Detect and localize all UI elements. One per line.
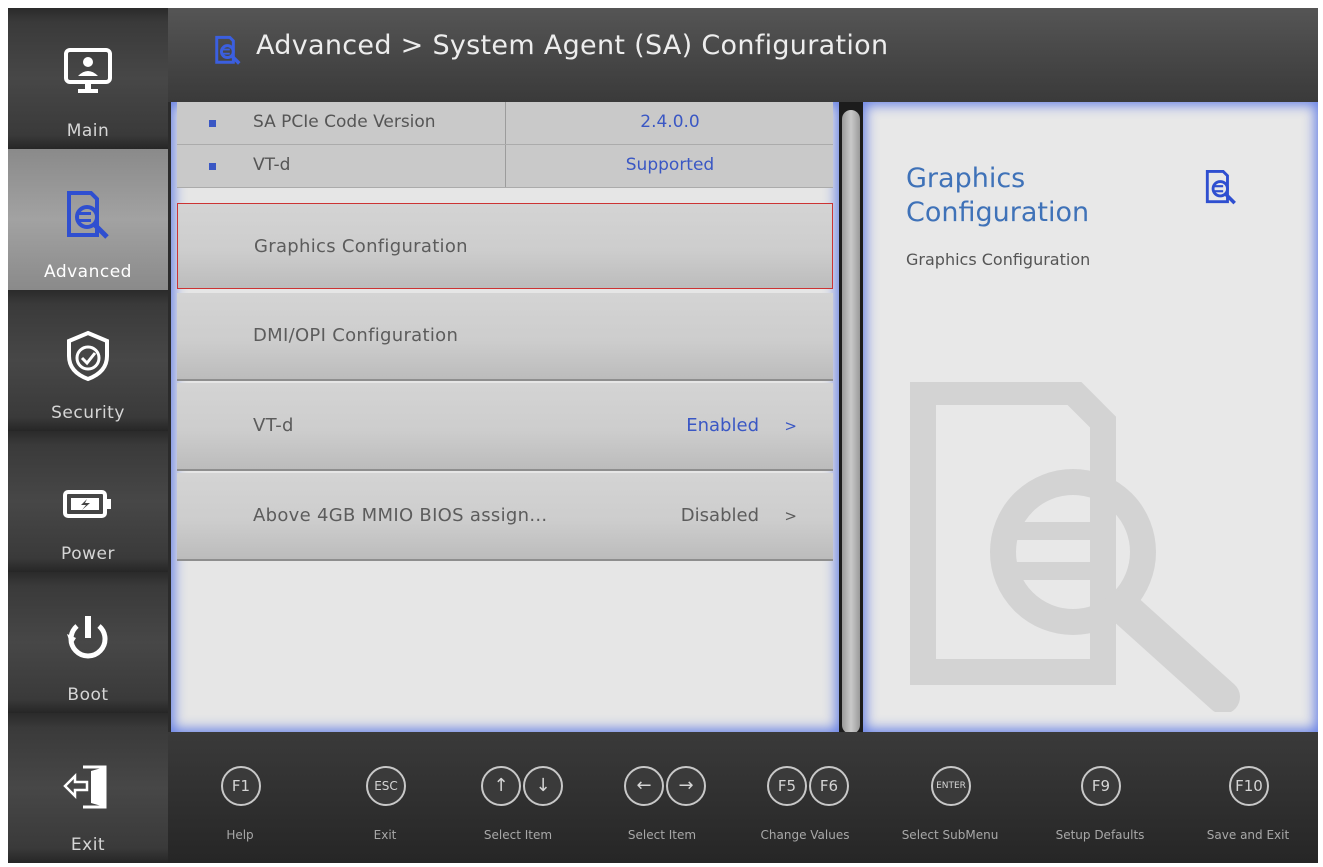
menu-item-graphics-configuration[interactable]: Graphics Configuration bbox=[177, 203, 833, 289]
key-label: Save and Exit bbox=[1206, 828, 1290, 842]
arrow-right-icon[interactable]: → bbox=[666, 766, 706, 806]
column-divider bbox=[505, 102, 506, 144]
settings-panel: SA PCIe Code Version 2.4.0.0 VT-d Suppor… bbox=[171, 102, 839, 732]
sidebar-item-power[interactable]: Power bbox=[8, 431, 168, 572]
key-label: Select SubMenu bbox=[901, 828, 999, 842]
key-up-down[interactable]: ↑ ↓ bbox=[480, 766, 564, 806]
document-search-icon bbox=[213, 35, 243, 71]
battery-icon bbox=[62, 489, 114, 523]
header-bar: Advanced > System Agent (SA) Configurati… bbox=[168, 8, 1318, 102]
document-search-icon bbox=[63, 189, 113, 247]
f9-key[interactable]: F9 bbox=[1081, 766, 1121, 806]
monitor-user-icon bbox=[62, 48, 114, 100]
page-title: Advanced > System Agent (SA) Configurati… bbox=[256, 30, 889, 61]
arrow-up-icon[interactable]: ↑ bbox=[481, 766, 521, 806]
exit-door-icon bbox=[61, 761, 115, 815]
arrow-down-icon[interactable]: ↓ bbox=[523, 766, 563, 806]
sidebar-item-label: Security bbox=[51, 403, 125, 423]
document-search-icon bbox=[903, 379, 1263, 716]
enter-key[interactable]: ENTER bbox=[931, 766, 971, 806]
key-f10[interactable]: F10 bbox=[1228, 766, 1270, 806]
menu-item-label: Graphics Configuration bbox=[254, 236, 468, 257]
sidebar-item-label: Boot bbox=[67, 685, 109, 705]
sidebar: Main Advanced Security Power Boot Exit bbox=[8, 8, 168, 863]
menu-item-label: Above 4GB MMIO BIOS assign... bbox=[253, 505, 548, 526]
menu-item-vt-d[interactable]: VT-d Enabled > bbox=[177, 383, 833, 471]
info-value: 2.4.0.0 bbox=[640, 112, 700, 132]
chevron-right-icon: > bbox=[784, 417, 797, 435]
key-label: Exit bbox=[373, 828, 397, 842]
footer-keybar: F1 Help ESC Exit ↑ ↓ Select Item ← → Selec… bbox=[168, 732, 1318, 863]
info-row: SA PCIe Code Version 2.4.0.0 bbox=[177, 102, 833, 145]
menu-item-label: DMI/OPI Configuration bbox=[253, 325, 459, 346]
key-label: Select Item bbox=[627, 828, 697, 842]
info-row: VT-d Supported bbox=[177, 145, 833, 188]
info-label: SA PCIe Code Version bbox=[253, 112, 436, 132]
scrollbar-thumb[interactable] bbox=[842, 110, 860, 734]
sidebar-item-label: Advanced bbox=[44, 262, 132, 282]
column-divider bbox=[505, 145, 506, 187]
menu-item-value: Enabled bbox=[686, 415, 759, 436]
bullet-icon bbox=[209, 120, 216, 127]
key-label: Change Values bbox=[760, 828, 850, 842]
shield-check-icon bbox=[64, 330, 112, 386]
help-title: Graphics Configuration bbox=[906, 163, 1090, 228]
key-f1[interactable]: F1 bbox=[220, 766, 262, 806]
f6-key[interactable]: F6 bbox=[809, 766, 849, 806]
document-search-icon bbox=[1203, 168, 1239, 212]
power-icon bbox=[62, 612, 114, 668]
bios-window: Main Advanced Security Power Boot Exit A… bbox=[8, 8, 1318, 863]
key-f5-f6[interactable]: F5 F6 bbox=[766, 766, 850, 806]
sidebar-item-boot[interactable]: Boot bbox=[8, 572, 168, 713]
key-enter[interactable]: ENTER bbox=[930, 766, 972, 806]
menu-item-dmi-opi-configuration[interactable]: DMI/OPI Configuration bbox=[177, 293, 833, 381]
sidebar-item-exit[interactable]: Exit bbox=[8, 713, 168, 863]
sidebar-item-label: Main bbox=[66, 121, 110, 141]
key-label: Select Item bbox=[483, 828, 553, 842]
key-left-right[interactable]: ← → bbox=[623, 766, 707, 806]
menu-item-above-4gb-mmio[interactable]: Above 4GB MMIO BIOS assign... Disabled > bbox=[177, 473, 833, 561]
info-label: VT-d bbox=[253, 155, 291, 175]
help-panel: Graphics Configuration Graphics Configur… bbox=[863, 102, 1318, 732]
menu-item-label: VT-d bbox=[253, 415, 294, 436]
chevron-right-icon: > bbox=[784, 507, 797, 525]
key-f9[interactable]: F9 bbox=[1080, 766, 1122, 806]
info-value: Supported bbox=[625, 155, 715, 175]
sidebar-item-advanced[interactable]: Advanced bbox=[8, 149, 168, 290]
arrow-left-icon[interactable]: ← bbox=[624, 766, 664, 806]
f1-key[interactable]: F1 bbox=[221, 766, 261, 806]
f10-key[interactable]: F10 bbox=[1229, 766, 1269, 806]
help-description: Graphics Configuration bbox=[906, 250, 1091, 269]
key-esc[interactable]: ESC bbox=[365, 766, 407, 806]
sidebar-item-main[interactable]: Main bbox=[8, 8, 168, 149]
bullet-icon bbox=[209, 163, 216, 170]
key-label: Setup Defaults bbox=[1055, 828, 1145, 842]
sidebar-item-label: Exit bbox=[70, 835, 106, 855]
sidebar-item-label: Power bbox=[61, 544, 115, 564]
menu-item-value: Disabled bbox=[680, 505, 759, 526]
f5-key[interactable]: F5 bbox=[767, 766, 807, 806]
sidebar-item-security[interactable]: Security bbox=[8, 290, 168, 431]
key-label: Help bbox=[226, 828, 254, 842]
esc-key[interactable]: ESC bbox=[366, 766, 406, 806]
